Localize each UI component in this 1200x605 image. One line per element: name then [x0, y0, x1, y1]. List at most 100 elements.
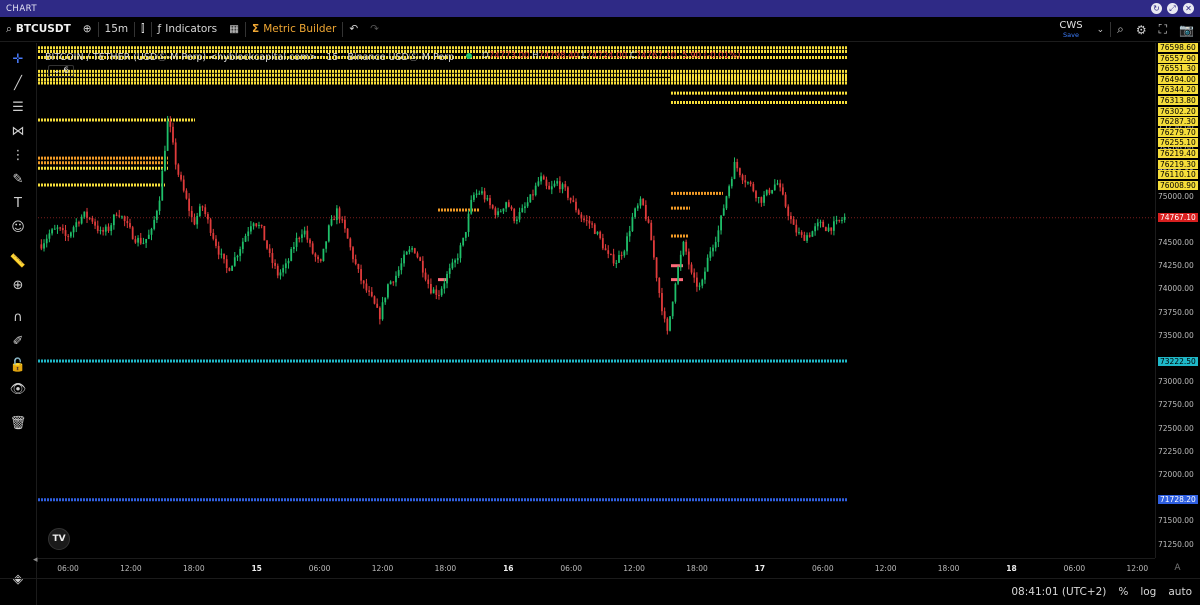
text-icon[interactable]: T [9, 195, 27, 213]
templates-button[interactable]: ▦ [223, 17, 245, 41]
trend-line-icon[interactable]: ╱ [9, 75, 27, 93]
drawing-toolbar: ✛ ╱ ☰ ⋈ ⋮ ✎ T ☺ 📏 ⊕ ∩ ✐ 🔓 👁 🗑 ◈ [0, 43, 37, 605]
trash-icon[interactable]: 🗑 [9, 415, 27, 433]
time-tick-label: 12:00 [371, 564, 394, 573]
redo-button[interactable]: ↷ [364, 17, 385, 41]
candle-up [618, 254, 620, 263]
chevron-down-icon[interactable]: ⌄ [1091, 25, 1111, 35]
ruler-icon[interactable]: 📏 [9, 253, 27, 271]
candle-down [341, 219, 344, 221]
clock[interactable]: 08:41:01 (UTC+2) [1011, 586, 1106, 598]
indicators-toggle[interactable]: ⌄ 6 [48, 65, 75, 77]
time-axis[interactable]: 06:00 12:00 18:00 15 06:00 12:00 18:00 16 06:00 1… [38, 558, 1155, 578]
fib-icon[interactable]: ⋮ [9, 147, 27, 165]
lock-drawing-icon[interactable]: ✐ [9, 333, 27, 351]
candle-down [215, 238, 217, 246]
candle-down [548, 185, 551, 190]
candle-up [515, 219, 518, 221]
candle-up [322, 248, 325, 261]
candle-down [271, 253, 274, 263]
compare-symbol-button[interactable]: ⊕ [77, 17, 98, 41]
indicators-button[interactable]: ƒ Indicators [152, 17, 224, 41]
percent-toggle[interactable]: % [1118, 586, 1128, 598]
candle-down [209, 219, 212, 233]
candle-down [781, 187, 784, 195]
axis-settings-icon[interactable]: A [1155, 558, 1200, 578]
level-price-label: 76287.30 [1158, 117, 1198, 127]
layout-save-link[interactable]: Save [1063, 31, 1079, 39]
zoom-in-icon[interactable]: ⊕ [9, 277, 27, 295]
collapse-arrow-icon[interactable]: ◂ [33, 555, 38, 565]
candle-up [303, 230, 306, 235]
candle-down [620, 254, 623, 256]
candle-down [204, 207, 207, 215]
candle-up [231, 265, 233, 271]
candle-down [612, 254, 615, 264]
candle-up [456, 258, 459, 261]
candle-down [507, 202, 510, 207]
chart-type-button[interactable]: ⫿ [135, 17, 150, 41]
price-tick-label: 72750.00 [1158, 400, 1194, 410]
candle-down [483, 191, 486, 200]
candle-down [212, 232, 215, 239]
candle-up [252, 223, 255, 227]
candle-up [475, 193, 478, 195]
emoji-icon[interactable]: ☺ [9, 219, 27, 237]
candle-down [610, 253, 612, 255]
camera-icon[interactable]: 📷 [1173, 23, 1200, 37]
metric-builder-button[interactable]: Σ Metric Builder [246, 17, 342, 41]
candle-down [784, 194, 787, 207]
parallel-lines-icon[interactable]: ☰ [9, 99, 27, 117]
search-icon: ⌕ [6, 22, 12, 35]
pattern-icon[interactable]: ⋈ [9, 123, 27, 141]
candle-up [381, 302, 384, 320]
candle-down [545, 179, 548, 186]
magnet-icon[interactable]: ∩ [9, 309, 27, 327]
price-axis[interactable]: 75750.0075500.0075250.0075000.0074500.00… [1155, 43, 1200, 558]
candle-up [395, 275, 397, 283]
candle-down [768, 189, 771, 194]
level-price-label: 76219.40 [1158, 149, 1198, 158]
expand-icon[interactable]: ⤢ [1167, 3, 1178, 14]
candle-down [803, 234, 806, 241]
candle-up [843, 216, 846, 220]
close-icon[interactable]: ✕ [1183, 3, 1194, 14]
level-price-label: 76344.20 [1158, 85, 1198, 95]
candle-up [669, 316, 671, 331]
lock-icon[interactable]: 🔓 [9, 357, 27, 375]
candle-up [290, 249, 293, 261]
log-toggle[interactable]: log [1140, 586, 1156, 598]
candle-up [841, 219, 843, 221]
chart-pane[interactable]: BITCOIN / TETHER (USDⓈ-M Perp) <hyblockc… [38, 43, 1155, 558]
price-tick-label: 71500.00 [1158, 516, 1194, 526]
eye-icon[interactable]: 👁 [9, 381, 27, 399]
layout-switcher[interactable]: CWS Save [1051, 20, 1090, 39]
crosshair-icon[interactable]: ✛ [9, 51, 27, 69]
candle-up [408, 249, 411, 252]
fullscreen-icon[interactable]: ⛶ [1153, 22, 1173, 37]
brush-icon[interactable]: ✎ [9, 171, 27, 189]
candle-down [585, 220, 588, 222]
indicators-label: Indicators [165, 23, 218, 35]
symbol-search-button[interactable]: ⌕ BTCUSDT [0, 17, 77, 41]
refresh-icon[interactable]: ↻ [1151, 3, 1162, 14]
candle-down [88, 217, 91, 219]
undo-icon: ↶ [349, 23, 359, 35]
tradingview-logo[interactable]: TV [48, 528, 70, 550]
candle-down [373, 296, 376, 304]
quick-search-icon[interactable]: ⌕ [1111, 22, 1130, 37]
interval-button[interactable]: 15m [99, 17, 135, 41]
candle-up [481, 191, 483, 194]
auto-toggle[interactable]: auto [1168, 586, 1192, 598]
candle-up [411, 248, 414, 250]
candle-up [720, 215, 722, 231]
undo-button[interactable]: ↶ [343, 17, 364, 41]
candle-up [330, 219, 333, 226]
settings-gear-icon[interactable]: ⚙ [1130, 23, 1153, 37]
chart-canvas[interactable] [38, 43, 1155, 558]
candle-up [521, 208, 524, 213]
candle-up [478, 193, 481, 195]
candle-up [534, 185, 537, 196]
candle-down [604, 248, 607, 251]
level-price-label: 76008.90 [1158, 180, 1198, 190]
